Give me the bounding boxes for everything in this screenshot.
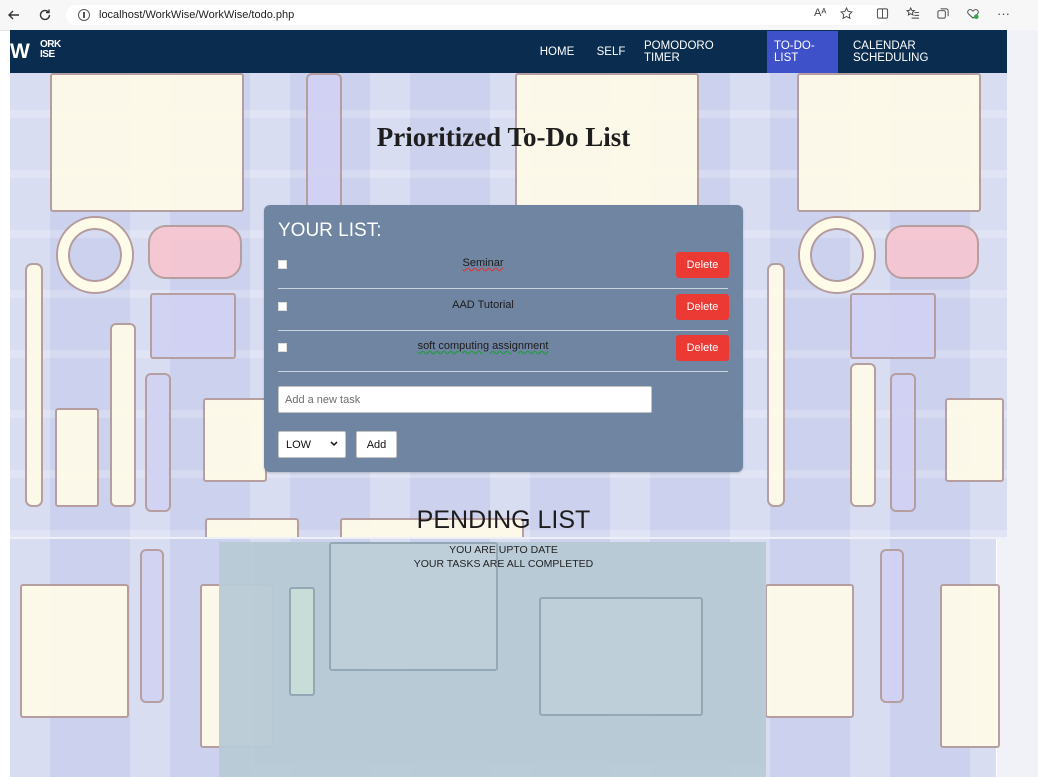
delete-button[interactable]: Delete bbox=[676, 294, 729, 320]
task-checkbox[interactable] bbox=[278, 260, 287, 269]
reload-icon[interactable] bbox=[36, 6, 54, 24]
pending-panel-background bbox=[219, 542, 766, 777]
navbar: W ORK ISE HOME SELF POMODORO TIMER TO-DO… bbox=[10, 30, 1007, 73]
new-task-input[interactable] bbox=[278, 386, 652, 413]
task-checkbox[interactable] bbox=[278, 343, 287, 352]
todo-card: YOUR LIST: Seminar Delete AAD Tutorial D… bbox=[264, 205, 743, 472]
page-title: Prioritized To-Do List bbox=[376, 122, 631, 152]
nav-calendar-scheduling[interactable]: CALENDAR SCHEDULING bbox=[853, 30, 990, 73]
split-screen-icon[interactable] bbox=[876, 7, 889, 23]
nav-home[interactable]: HOME bbox=[536, 30, 578, 73]
nav-pomodoro-label: POMODORO TIMER bbox=[644, 39, 714, 64]
nav-todo-list[interactable]: TO-DO-LIST bbox=[767, 30, 838, 73]
task-name: AAD Tutorial bbox=[452, 299, 514, 311]
status-all-completed: YOUR TASKS ARE ALL COMPLETED bbox=[413, 558, 594, 570]
nav-calendar-label: CALENDAR SCHEDULING bbox=[853, 39, 929, 64]
chevron-down-icon bbox=[330, 440, 338, 449]
url-text[interactable]: localhost/WorkWise/WorkWise/todo.php bbox=[99, 9, 294, 21]
logo-bottom-text: ISE bbox=[40, 49, 55, 60]
info-icon[interactable] bbox=[78, 9, 90, 21]
task-row: AAD Tutorial Delete bbox=[278, 289, 729, 331]
add-task-button[interactable]: Add bbox=[356, 431, 397, 458]
delete-button[interactable]: Delete bbox=[676, 335, 729, 361]
page: W ORK ISE HOME SELF POMODORO TIMER TO-DO… bbox=[10, 30, 1007, 777]
priority-selected-value: LOW bbox=[286, 438, 312, 451]
nav-todo-label: TO-DO-LIST bbox=[767, 30, 838, 73]
more-icon[interactable]: ··· bbox=[997, 6, 1010, 21]
browser-toolbar: localhost/WorkWise/WorkWise/todo.php Aᴬ … bbox=[0, 0, 1038, 31]
task-row: Seminar Delete bbox=[278, 247, 729, 289]
extensions-icon[interactable] bbox=[966, 7, 980, 23]
pending-heading: PENDING LIST bbox=[416, 506, 591, 534]
address-bar[interactable]: localhost/WorkWise/WorkWise/todo.php bbox=[66, 5, 886, 25]
status-up-to-date: YOU ARE UPTO DATE bbox=[449, 544, 558, 556]
task-row: soft computing assignment Delete bbox=[278, 330, 729, 372]
workwise-logo[interactable]: W ORK ISE bbox=[10, 38, 72, 64]
read-aloud-icon[interactable]: Aᴬ bbox=[814, 7, 826, 19]
nav-home-label: HOME bbox=[539, 45, 575, 58]
favorite-icon[interactable] bbox=[839, 6, 854, 23]
collections-icon[interactable] bbox=[936, 7, 950, 23]
list-heading: YOUR LIST: bbox=[278, 220, 382, 241]
logo-letter: W bbox=[10, 40, 30, 63]
task-name: Seminar bbox=[462, 257, 504, 269]
nav-pomodoro-timer[interactable]: POMODORO TIMER bbox=[644, 30, 752, 73]
task-name: soft computing assignment bbox=[417, 340, 549, 352]
priority-select[interactable]: LOW bbox=[278, 431, 346, 458]
task-checkbox[interactable] bbox=[278, 302, 287, 311]
delete-button[interactable]: Delete bbox=[676, 252, 729, 278]
nav-self-label: SELF bbox=[596, 45, 626, 58]
back-icon[interactable] bbox=[5, 6, 23, 24]
favorites-icon[interactable] bbox=[905, 6, 920, 23]
nav-self[interactable]: SELF bbox=[595, 30, 627, 73]
